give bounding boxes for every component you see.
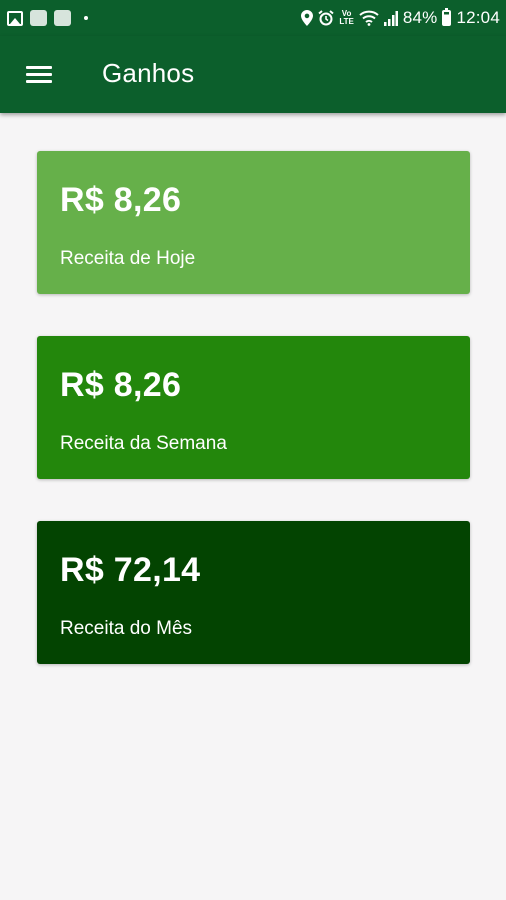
- dot-icon: [84, 16, 88, 20]
- card-week-revenue[interactable]: R$ 8,26 Receita da Semana: [37, 336, 470, 479]
- today-revenue-label: Receita de Hoje: [60, 248, 196, 269]
- month-revenue-label: Receita do Mês: [60, 618, 193, 639]
- wifi-icon: [359, 10, 379, 26]
- notification-square-icon: [30, 10, 47, 26]
- hamburger-menu-icon[interactable]: [16, 54, 60, 94]
- month-revenue-value: R$ 72,14: [60, 551, 201, 589]
- week-revenue-label: Receita da Semana: [60, 433, 227, 454]
- image-icon: [7, 10, 23, 26]
- status-bar: Vo LTE 84% 12:04: [0, 0, 506, 36]
- battery-icon: [442, 8, 452, 26]
- menu-bar-line: [26, 73, 52, 76]
- app-toolbar: Ganhos: [0, 36, 506, 113]
- menu-bar-line: [26, 66, 52, 69]
- notification-icons: [7, 9, 95, 27]
- notification-square-icon: [54, 10, 71, 26]
- page-title: Ganhos: [102, 58, 195, 88]
- system-icons: Vo LTE 84% 12:04: [296, 7, 500, 29]
- battery-percent: 84%: [402, 8, 438, 27]
- location-icon: [301, 10, 314, 26]
- signal-icon: [383, 10, 398, 26]
- volte-icon: Vo LTE: [339, 10, 354, 26]
- menu-bar-line: [26, 80, 52, 83]
- clock: 12:04: [456, 8, 500, 27]
- today-revenue-value: R$ 8,26: [60, 181, 182, 219]
- volte-bottom-label: LTE: [339, 17, 354, 26]
- card-today-revenue[interactable]: R$ 8,26 Receita de Hoje: [37, 151, 470, 294]
- alarm-icon: [318, 10, 334, 26]
- card-month-revenue[interactable]: R$ 72,14 Receita do Mês: [37, 521, 470, 664]
- week-revenue-value: R$ 8,26: [60, 366, 182, 404]
